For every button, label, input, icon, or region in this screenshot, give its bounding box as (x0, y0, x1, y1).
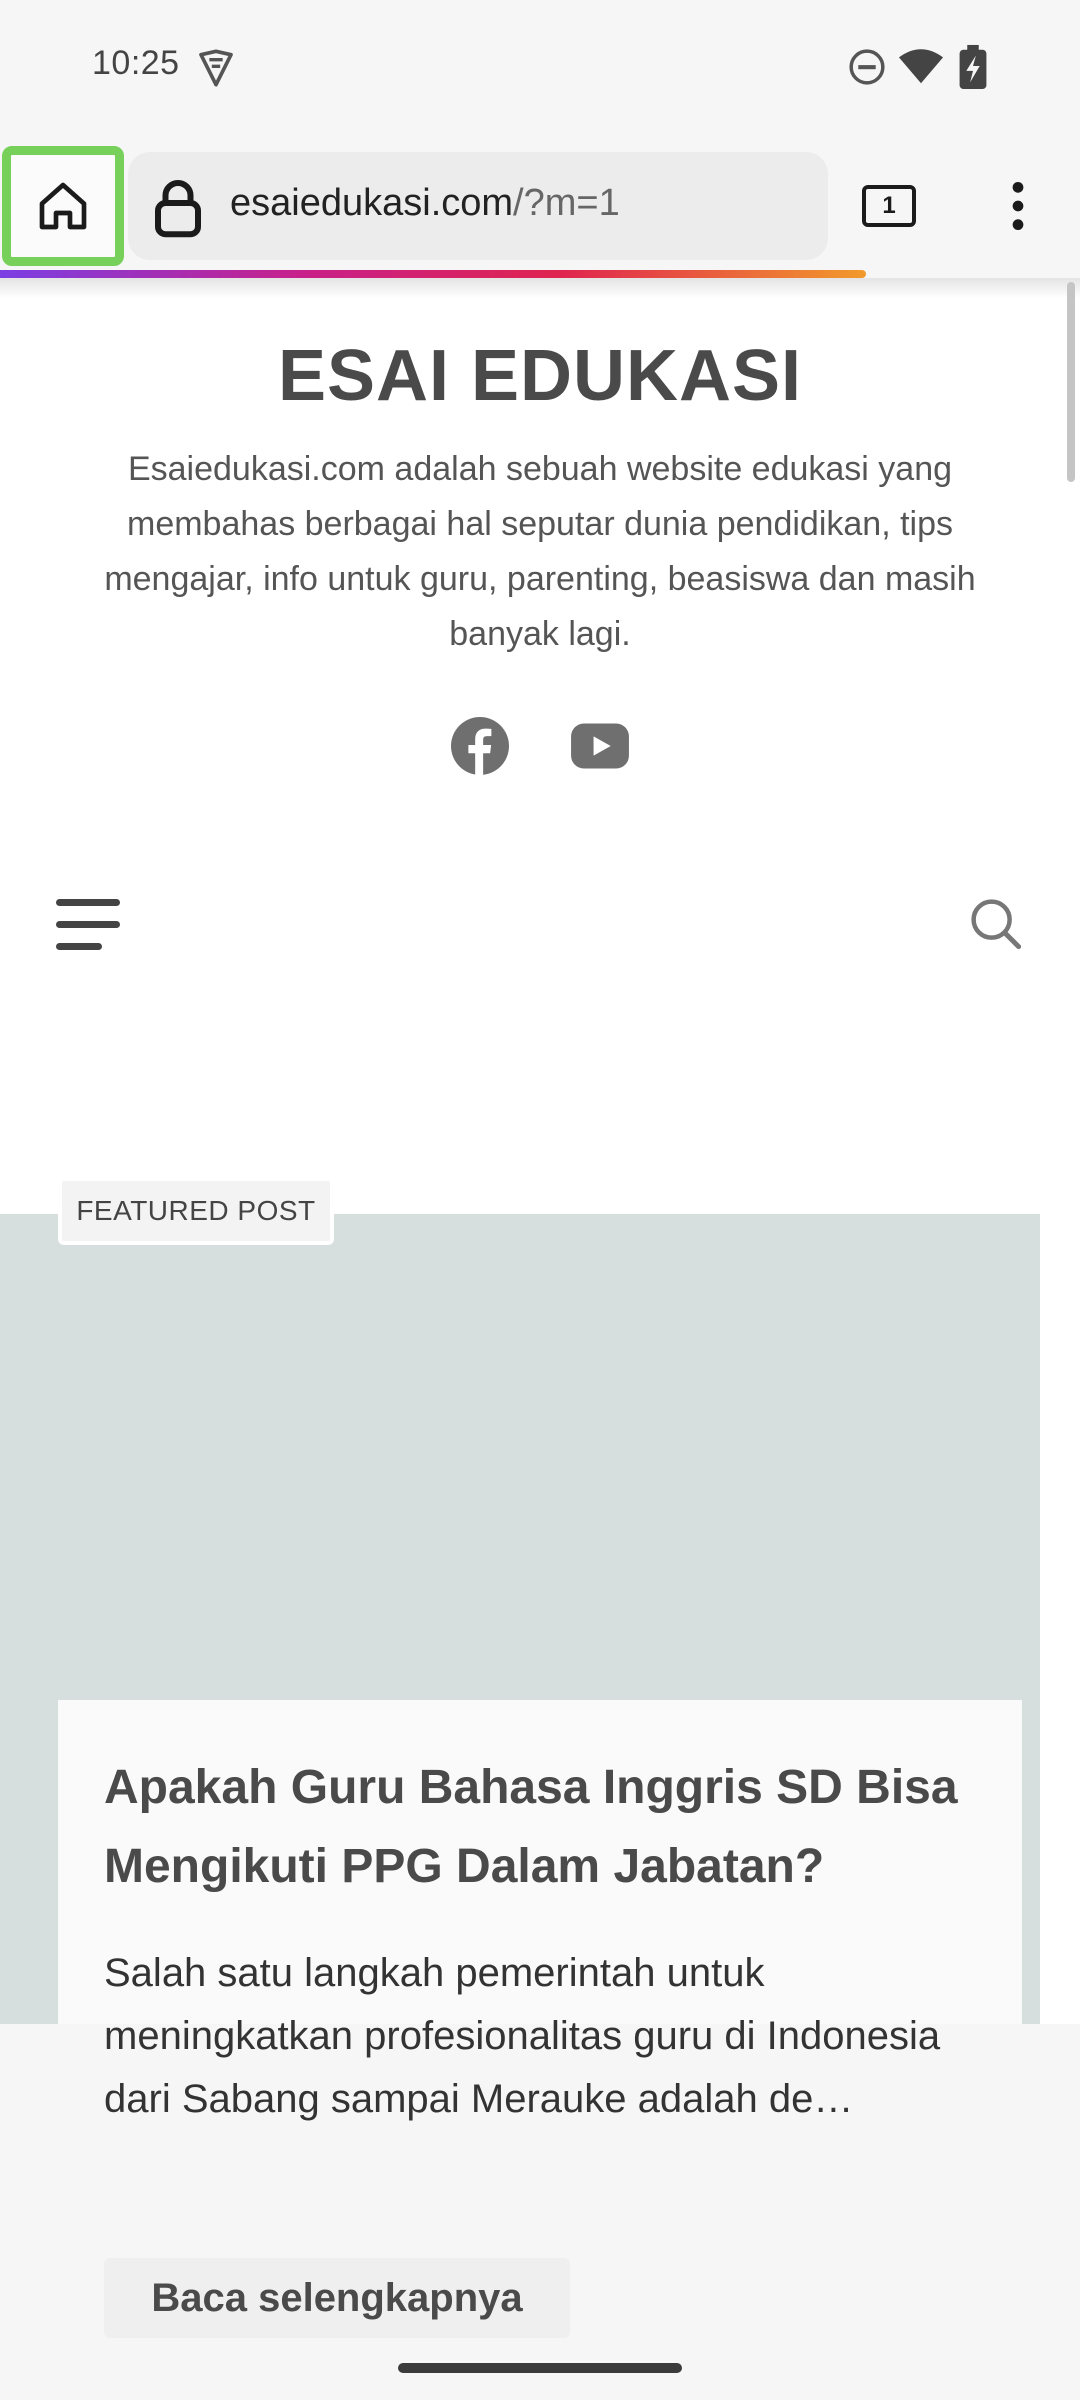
vpn-key-icon (199, 49, 233, 87)
search-icon[interactable] (968, 896, 1022, 950)
gesture-navigation-bar[interactable] (398, 2363, 682, 2373)
site-description: Esaiedukasi.com adalah sebuah website ed… (104, 450, 976, 653)
toolbar-shadow (0, 278, 1080, 298)
page-load-progress-bar (0, 270, 866, 278)
url-path: /?m=1 (513, 182, 620, 224)
battery-charging-icon (959, 44, 987, 90)
read-more-button[interactable]: Baca selengkapnya (104, 2258, 570, 2338)
do-not-disturb-icon (849, 49, 885, 85)
url-text[interactable]: esaiedukasi.com/?m=1 (230, 182, 620, 225)
post-title[interactable]: Apakah Guru Bahasa Inggris SD Bisa Mengi… (104, 1748, 984, 1906)
lock-icon[interactable] (150, 178, 206, 238)
status-time: 10:25 (92, 44, 180, 82)
facebook-icon[interactable] (451, 717, 509, 775)
wifi-icon (898, 49, 944, 84)
home-icon (39, 182, 87, 230)
post-excerpt: Salah satu langkah pemerintah untuk meni… (104, 1951, 941, 2121)
site-title[interactable]: ESAI EDUKASI (0, 335, 1080, 417)
hamburger-menu-icon[interactable] (56, 897, 122, 953)
tabs-button[interactable]: 1 (862, 185, 916, 227)
youtube-icon[interactable] (570, 720, 630, 772)
featured-post-badge: FEATURED POST (58, 1177, 334, 1245)
home-button[interactable] (2, 146, 124, 266)
url-host: esaiedukasi.com (230, 182, 514, 224)
more-vert-icon[interactable] (1000, 178, 1036, 234)
